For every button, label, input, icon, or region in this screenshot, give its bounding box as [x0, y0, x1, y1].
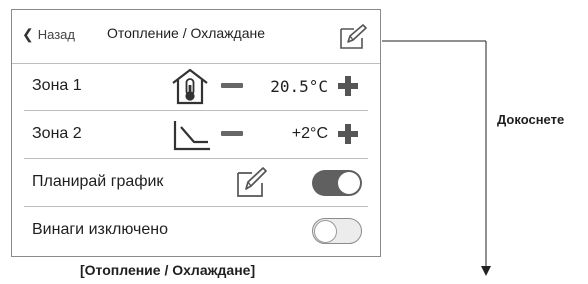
callout-label: Докоснете [497, 112, 565, 127]
callout-connector [382, 40, 491, 276]
arrow-down-icon [481, 266, 491, 276]
figure-caption: [Отопление / Охлаждане] [80, 262, 256, 278]
